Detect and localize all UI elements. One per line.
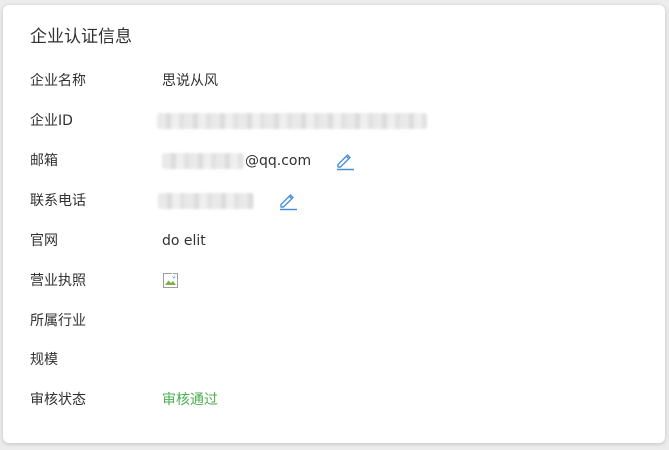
business-license-label: 营业执照 xyxy=(30,273,86,289)
field-industry: 所属行业 xyxy=(30,310,650,332)
edit-email-icon[interactable] xyxy=(334,149,356,171)
company-name-label: 企业名称 xyxy=(30,73,86,89)
field-website: 官网 do elit xyxy=(30,230,650,252)
field-company-id: 企业ID xyxy=(30,110,650,132)
email-value: @qq.com xyxy=(245,153,312,169)
website-label: 官网 xyxy=(30,233,58,249)
edit-phone-icon[interactable] xyxy=(277,189,299,211)
email-label: 邮箱 xyxy=(30,153,58,169)
review-status-label: 审核状态 xyxy=(30,392,86,408)
field-email: 邮箱 @qq.com xyxy=(30,150,650,172)
field-business-license: 营业执照 xyxy=(30,270,650,292)
review-status-value: 审核通过 xyxy=(162,392,218,408)
company-id-redacted xyxy=(157,113,427,129)
field-company-name: 企业名称 思说从风 xyxy=(30,70,650,92)
scale-label: 规模 xyxy=(30,352,58,368)
field-phone: 联系电话 xyxy=(30,190,650,212)
enterprise-info-card: 企业认证信息 企业名称 思说从风 企业ID 邮箱 @qq.com 联系电话 官网… xyxy=(3,5,665,443)
card-title: 企业认证信息 xyxy=(30,27,132,47)
company-id-label: 企业ID xyxy=(30,113,73,129)
email-redacted xyxy=(162,153,244,169)
broken-image-icon xyxy=(163,273,178,288)
industry-label: 所属行业 xyxy=(30,313,86,329)
phone-redacted xyxy=(158,193,254,209)
website-value: do elit xyxy=(162,233,206,249)
company-name-value: 思说从风 xyxy=(162,73,218,89)
phone-label: 联系电话 xyxy=(30,193,86,209)
field-review-status: 审核状态 审核通过 xyxy=(30,389,650,411)
field-scale: 规模 xyxy=(30,349,650,371)
